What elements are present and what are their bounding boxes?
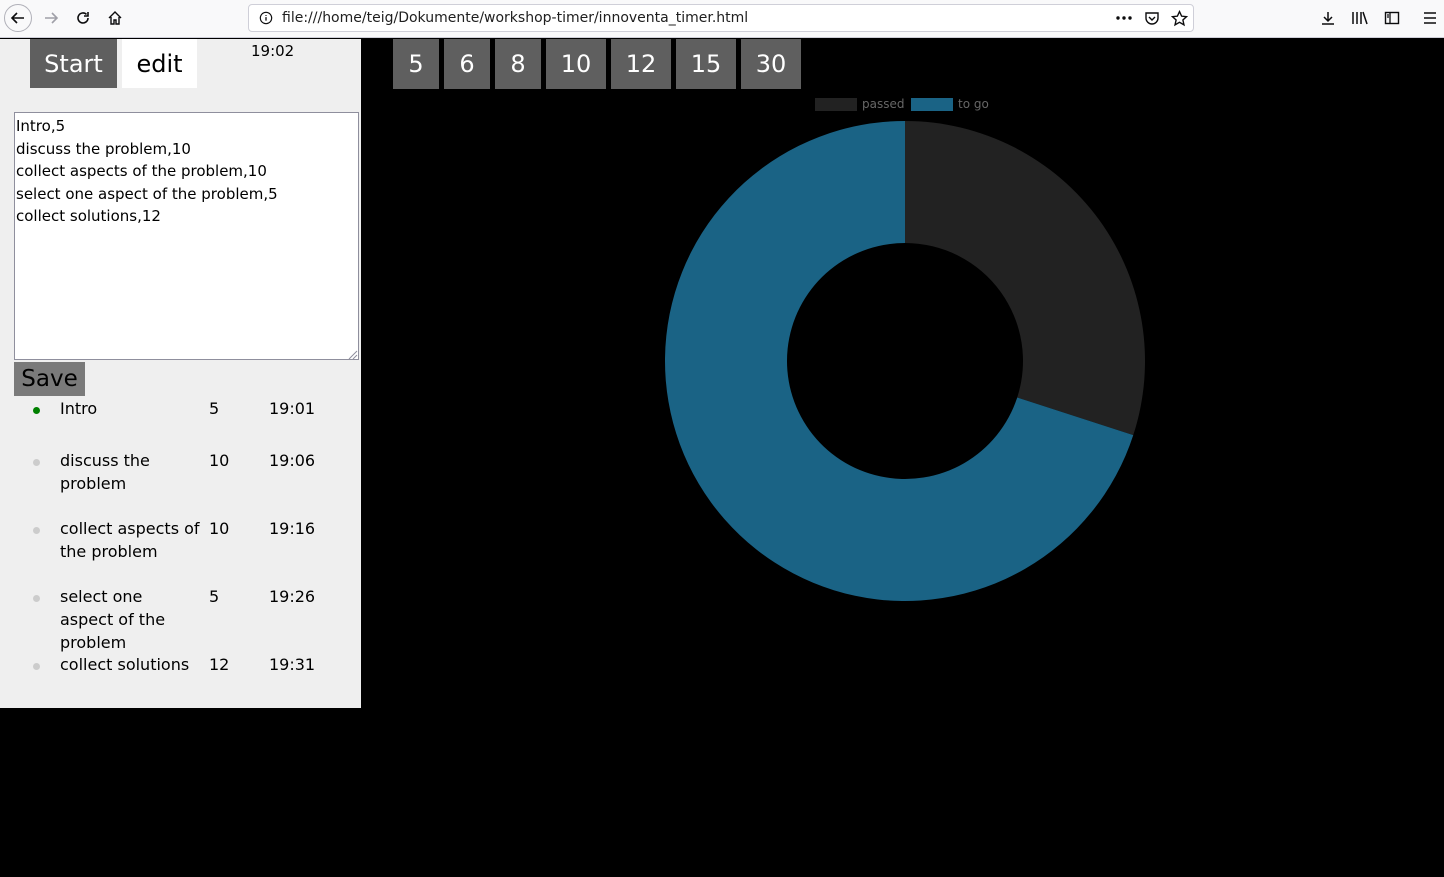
sidebar-button[interactable] — [1378, 4, 1406, 32]
status-dot — [33, 663, 40, 670]
timer-doughnut-chart: passed to go — [665, 97, 1145, 601]
more-actions-icon[interactable] — [1115, 11, 1133, 25]
home-icon — [108, 11, 122, 25]
back-button[interactable] — [4, 4, 32, 32]
status-dot — [33, 459, 40, 466]
agenda-item-name: select one aspect of the problem — [60, 587, 166, 652]
status-dot — [33, 595, 40, 602]
quick-minutes-button[interactable]: 6 — [444, 39, 490, 89]
hamburger-menu-icon — [1424, 12, 1436, 24]
legend-label: passed — [862, 97, 904, 111]
quick-minutes-button[interactable]: 8 — [495, 39, 541, 89]
home-button[interactable] — [101, 4, 129, 32]
agenda-item-start-time: 19:16 — [269, 519, 316, 538]
agenda-item-start-time: 19:01 — [269, 399, 316, 418]
agenda-item-minutes: 5 — [209, 399, 220, 418]
reload-button[interactable] — [69, 4, 97, 32]
agenda-item-minutes: 10 — [209, 451, 230, 470]
info-icon[interactable] — [259, 11, 273, 25]
status-dot — [33, 527, 40, 534]
pocket-icon[interactable] — [1144, 10, 1160, 26]
agenda-editor[interactable]: Intro,5 discuss the problem,10 collect a… — [14, 112, 359, 360]
quick-minutes-button[interactable]: 30 — [741, 39, 801, 89]
save-button[interactable]: Save — [14, 362, 85, 396]
forward-button[interactable] — [37, 4, 65, 32]
browser-toolbar: file:///home/teig/Dokumente/workshop-tim… — [0, 0, 1444, 38]
edit-button[interactable]: edit — [122, 39, 197, 88]
agenda-item-name: Intro — [60, 399, 98, 418]
agenda-item-start-time: 19:06 — [269, 451, 316, 470]
download-icon — [1322, 12, 1334, 25]
status-dot-active — [33, 407, 40, 414]
agenda-item-minutes: 12 — [209, 655, 230, 674]
reload-icon — [77, 12, 89, 24]
arrow-right-icon — [45, 12, 59, 24]
chart-slices — [665, 121, 1145, 601]
downloads-button[interactable] — [1314, 4, 1342, 32]
start-button[interactable]: Start — [30, 39, 117, 88]
library-icon — [1352, 11, 1368, 25]
legend-swatch — [815, 98, 857, 111]
agenda-item-minutes: 10 — [209, 519, 230, 538]
quick-minutes-button[interactable]: 10 — [546, 39, 606, 89]
library-button[interactable] — [1346, 4, 1374, 32]
agenda-item-name: collect solutions — [60, 655, 190, 674]
agenda-item-start-time: 19:31 — [269, 655, 316, 674]
agenda-item-minutes: 5 — [209, 587, 220, 606]
agenda-item-start-time: 19:26 — [269, 587, 316, 606]
quick-minutes-button[interactable]: 12 — [611, 39, 671, 89]
agenda-item-name: collect aspects of the problem — [60, 519, 200, 561]
arrow-left-icon — [10, 12, 24, 24]
legend-label: to go — [958, 97, 989, 111]
doughnut-slice-passed — [905, 121, 1145, 436]
quick-minutes-button[interactable]: 5 — [393, 39, 439, 89]
current-time: 19:02 — [251, 42, 295, 60]
legend-swatch — [911, 98, 953, 111]
quick-minutes-button[interactable]: 15 — [676, 39, 736, 89]
sidebar-icon — [1384, 11, 1400, 25]
agenda-panel: Start edit 19:02 Intro,5 discuss the pro… — [0, 39, 361, 708]
agenda-item-name: discuss the problem — [60, 451, 150, 493]
menu-button[interactable] — [1416, 4, 1444, 32]
bookmark-star-icon[interactable] — [1171, 10, 1188, 27]
url-bar[interactable]: file:///home/teig/Dokumente/workshop-tim… — [248, 4, 1194, 32]
chart-legend: passed to go — [815, 97, 989, 111]
url-text: file:///home/teig/Dokumente/workshop-tim… — [282, 10, 749, 26]
